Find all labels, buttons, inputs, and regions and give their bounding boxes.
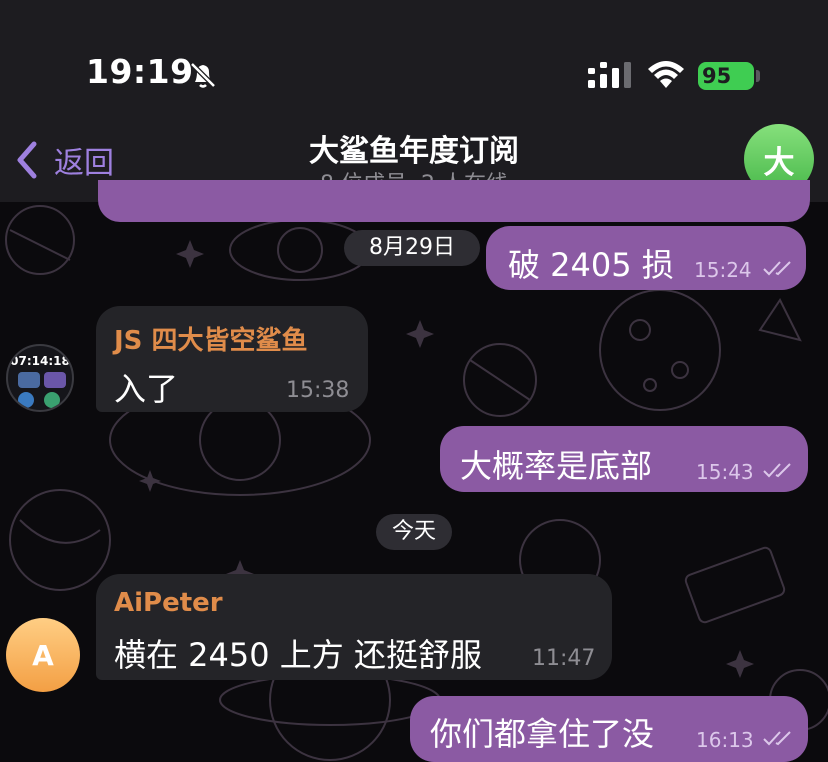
message-text: 横在 2450 上方 还挺舒服 (114, 636, 482, 674)
message-text: 破 2405 损 (508, 246, 674, 284)
date-separator: 今天 (376, 514, 452, 550)
sender-name: JS 四大皆空鲨鱼 (114, 326, 308, 356)
message-text: 入了 (114, 370, 179, 408)
message-time: 15:43 (696, 460, 754, 484)
chat-title[interactable]: 大鲨鱼年度订阅 (0, 126, 828, 170)
sender-avatar[interactable]: 07:14:18 (6, 344, 74, 412)
message-text: 大概率是底部 (460, 447, 653, 485)
message-time: 11:47 (532, 646, 596, 671)
message-time: 15:38 (286, 378, 350, 403)
status-time: 19:19 (86, 52, 194, 91)
outgoing-message[interactable]: 大概率是底部 15:43 (440, 426, 808, 492)
battery-level: 95 (698, 62, 754, 90)
sender-avatar[interactable]: A (6, 618, 80, 692)
read-checkmarks-icon (763, 731, 791, 746)
message-text: 你们都拿住了没 (430, 715, 655, 753)
read-checkmarks-icon (763, 261, 791, 276)
read-checkmarks-icon (763, 463, 791, 478)
outgoing-message-partial[interactable] (98, 180, 810, 222)
mute-bell-icon (190, 62, 216, 88)
incoming-message[interactable]: AiPeter 横在 2450 上方 还挺舒服 11:47 (96, 574, 612, 680)
outgoing-message[interactable]: 破 2405 损 15:24 (486, 226, 806, 290)
status-bar: 19:19 95 (0, 0, 828, 110)
avatar-time-text: 07:14:18 (10, 354, 70, 368)
sender-name: AiPeter (114, 588, 223, 618)
cellular-signal-icon (588, 62, 631, 88)
message-time: 16:13 (696, 728, 754, 752)
outgoing-message[interactable]: 你们都拿住了没 16:13 (410, 696, 808, 762)
date-separator: 8月29日 (344, 230, 480, 266)
battery-cap (756, 70, 760, 82)
message-time: 15:24 (694, 258, 752, 282)
incoming-message[interactable]: JS 四大皆空鲨鱼 入了 15:38 (96, 306, 368, 412)
wifi-icon (648, 61, 684, 88)
